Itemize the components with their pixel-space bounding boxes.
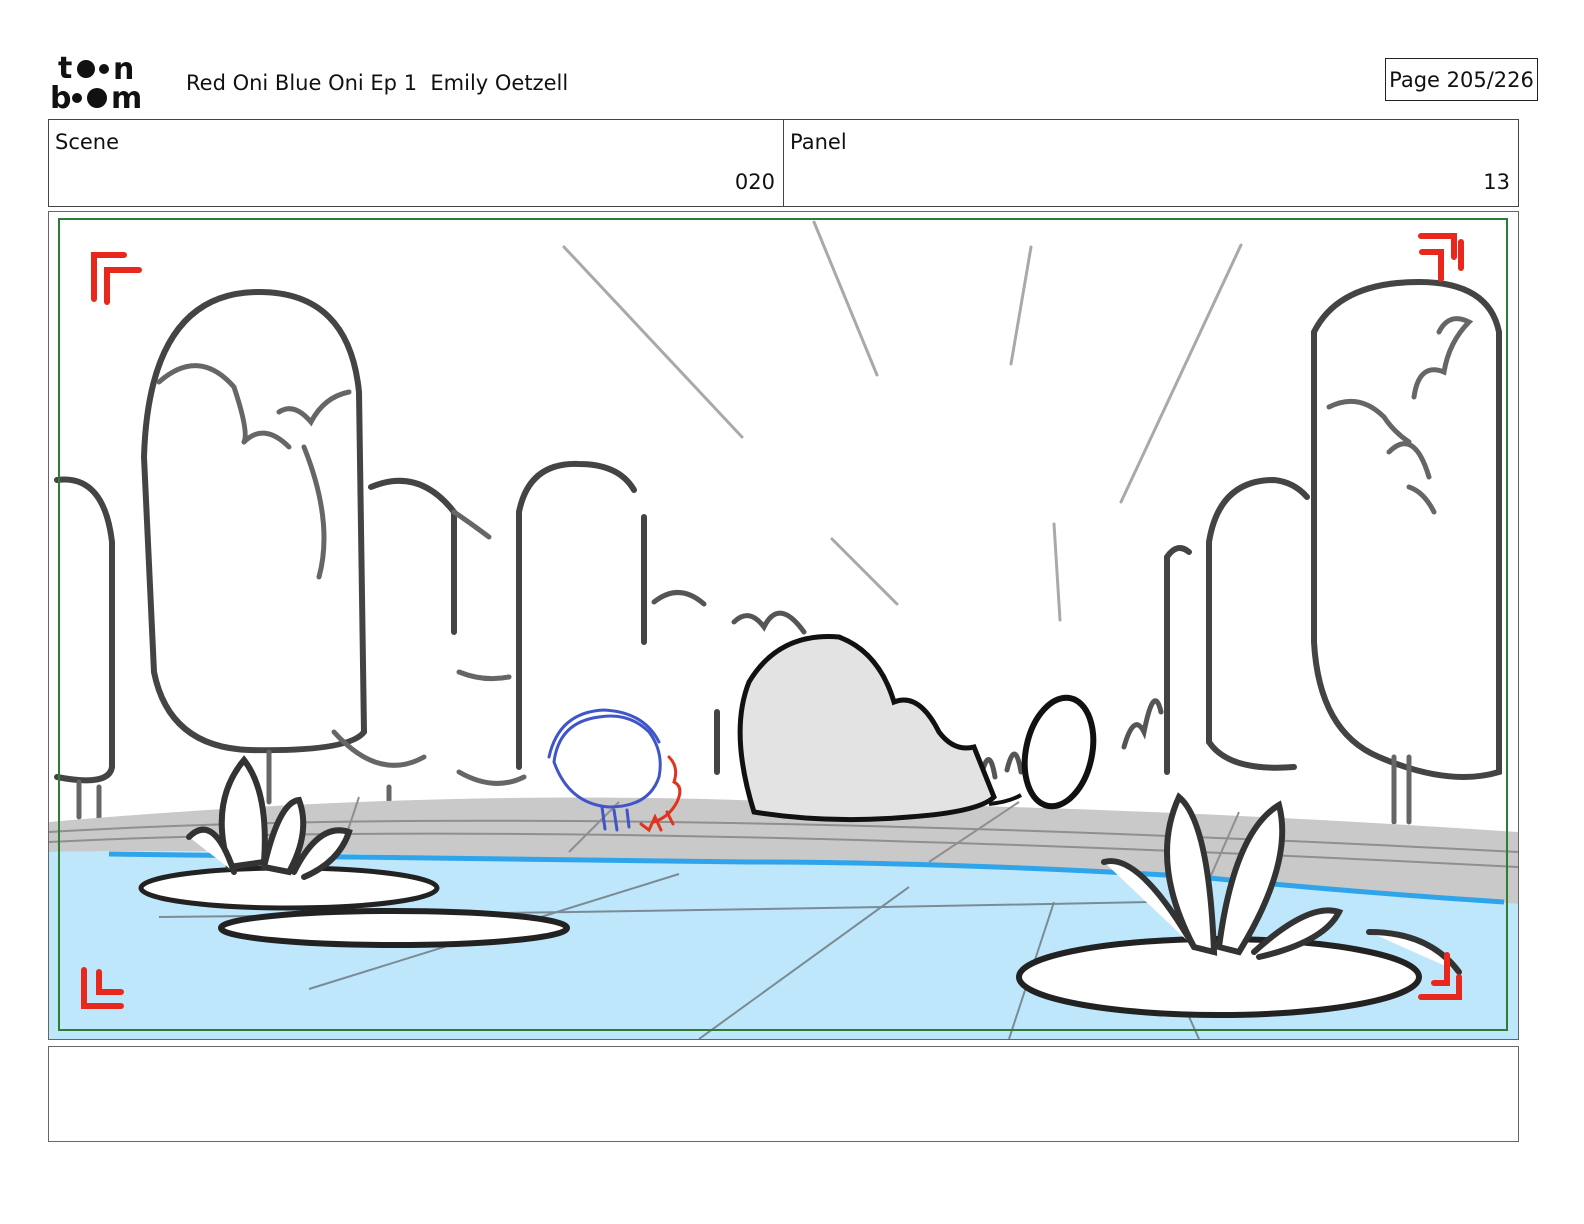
project-title: Red Oni Blue Oni Ep 1 Emily Oetzell [186,71,569,95]
svg-text:m: m [111,81,142,112]
panel-value: 13 [1483,170,1510,194]
page-number: Page 205/226 [1385,58,1538,101]
panel-label: Panel [790,130,847,154]
scene-cell: Scene 020 [49,120,783,206]
toon-boom-logo: t n b m [50,50,164,116]
scene-panel-row: Scene 020 Panel 13 [48,119,1519,207]
scene-label: Scene [55,130,120,154]
panel-notes-box [48,1046,1519,1142]
scene-value: 020 [734,170,775,194]
park-pond-sketch-icon [49,212,1518,1039]
svg-text:b: b [50,81,71,112]
page-label: Page 205/226 [1389,67,1534,92]
storyboard-panel-image [48,211,1519,1040]
panel-cell: Panel 13 [783,120,1518,206]
